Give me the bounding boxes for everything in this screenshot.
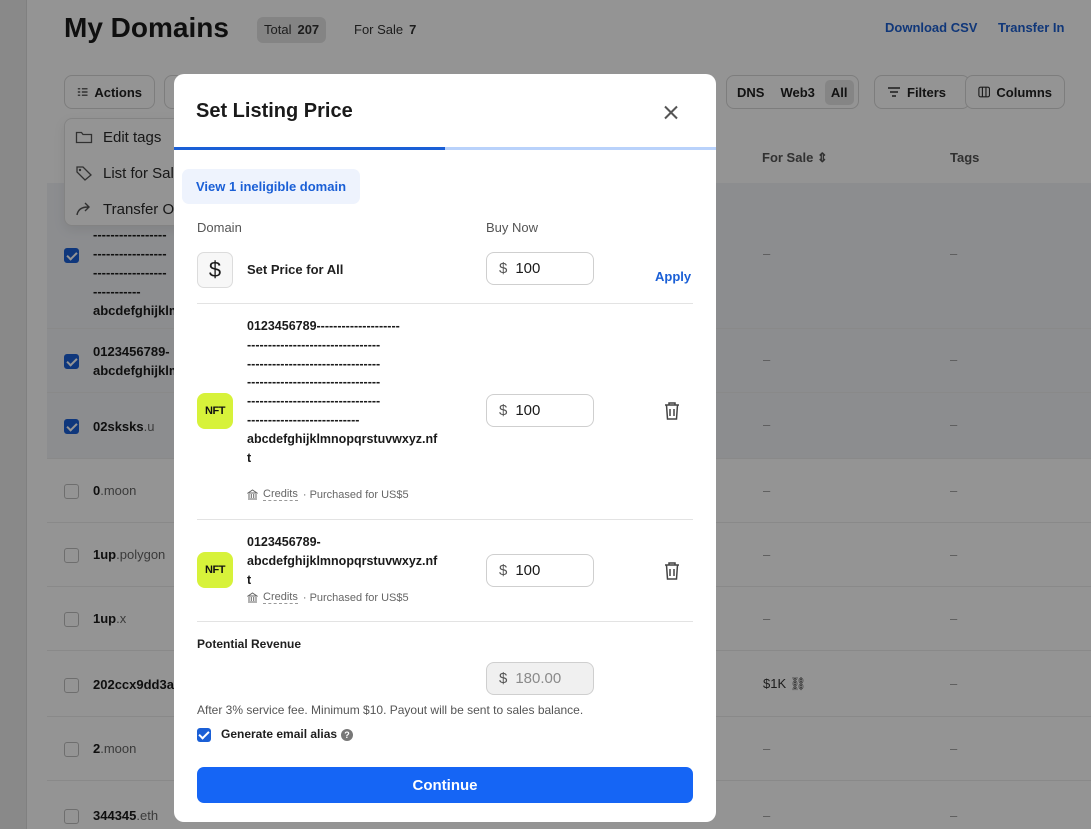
listing-meta: Credits · Purchased for US$5: [247, 488, 409, 501]
listing-name-line: t: [247, 450, 252, 465]
purchase-note: · Purchased for US$5: [302, 591, 409, 604]
credits-label[interactable]: Credits: [263, 591, 298, 604]
bank-icon: [247, 489, 258, 500]
price-value: 100: [515, 260, 541, 277]
listing-name-line: --------------------------------: [247, 375, 381, 390]
help-icon[interactable]: ?: [341, 729, 353, 741]
listing-name-line: --------------------------------: [247, 337, 381, 352]
listing-price-input[interactable]: $100: [486, 554, 594, 587]
listing-name-line: 0123456789-: [247, 535, 321, 549]
listing-name-line: --------------------------------: [247, 394, 381, 409]
trash-icon[interactable]: [663, 561, 681, 581]
domain-column-header: Domain: [197, 220, 242, 235]
purchase-note: · Purchased for US$5: [302, 488, 409, 501]
currency-symbol: $: [499, 260, 508, 277]
currency-symbol: $: [499, 562, 508, 579]
modal-title: Set Listing Price: [196, 100, 353, 122]
credits-label[interactable]: Credits: [263, 488, 298, 501]
step-progress-fill: [174, 147, 445, 150]
listing-domain-name: 0123456789-------------------- ---------…: [247, 317, 449, 467]
continue-button[interactable]: Continue: [197, 767, 693, 803]
listing-name-line: 0123456789--------------------: [247, 319, 400, 333]
trash-icon[interactable]: [663, 401, 681, 421]
potential-revenue-label: Potential Revenue: [197, 637, 302, 651]
nft-icon: NFT: [197, 552, 233, 588]
bank-icon: [247, 592, 258, 603]
divider: [197, 621, 693, 622]
set-price-all-label: Set Price for All: [247, 262, 344, 277]
divider: [197, 519, 693, 520]
listing-name-line: abcdefghijklmnopqrstuvwxyz.nf: [247, 553, 438, 568]
listing-domain-name: 0123456789- abcdefghijklmnopqrstuvwxyz.n…: [247, 533, 449, 589]
listing-name-line: ---------------------------: [247, 412, 360, 427]
listing-price-input[interactable]: $100: [486, 394, 594, 427]
listing-name-line: t: [247, 572, 252, 587]
price-value: 100: [515, 562, 541, 579]
email-alias-checkbox[interactable]: [197, 728, 211, 742]
listing-meta: Credits · Purchased for US$5: [247, 591, 409, 604]
close-icon[interactable]: [660, 102, 682, 124]
step-progress-bar: [174, 147, 716, 150]
divider: [197, 303, 693, 304]
fee-note: After 3% service fee. Minimum $10. Payou…: [197, 703, 584, 717]
nft-icon: NFT: [197, 393, 233, 429]
set-listing-price-modal: Set Listing Price View 1 ineligible doma…: [174, 74, 716, 822]
email-alias-label: Generate email alias: [221, 727, 338, 741]
dollar-icon: $: [197, 252, 233, 288]
revenue-input: $180.00: [486, 662, 594, 695]
buy-now-column-header: Buy Now: [486, 220, 539, 235]
listing-name-line: --------------------------------: [247, 356, 381, 371]
apply-button[interactable]: Apply: [655, 269, 691, 284]
listing-name-line: abcdefghijklmnopqrstuvwxyz.nf: [247, 431, 438, 446]
price-value: 100: [515, 402, 541, 419]
currency-symbol: $: [499, 670, 508, 687]
view-ineligible-button[interactable]: View 1 ineligible domain: [182, 169, 361, 204]
currency-symbol: $: [499, 402, 508, 419]
set-all-price-input[interactable]: $100: [486, 252, 594, 285]
revenue-value: 180.00: [515, 670, 562, 687]
